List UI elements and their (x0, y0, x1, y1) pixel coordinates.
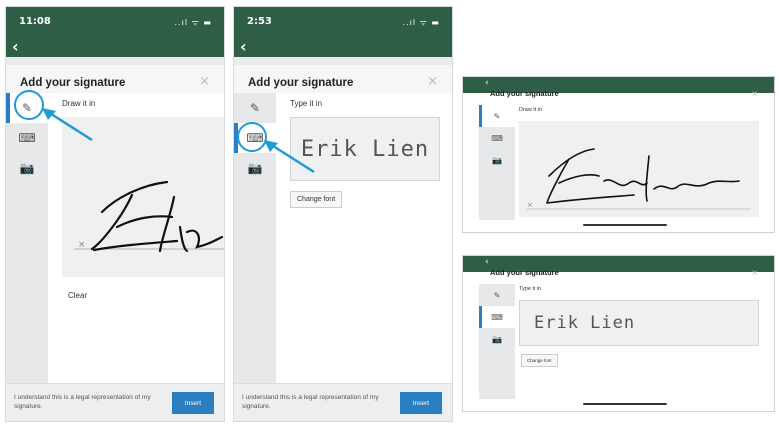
pencil-icon[interactable]: ✎ (234, 93, 276, 123)
type-pane: Type it in Erik Lien Change font (276, 93, 452, 383)
status-time: 2:53 (247, 16, 272, 27)
back-icon[interactable]: ‹ (240, 37, 247, 56)
back-icon[interactable]: ‹ (485, 257, 489, 267)
svg-text:×: × (78, 240, 86, 250)
signature-method-tabs: ✎ ⌨ 📷 (479, 284, 515, 399)
phone-type-screen: 2:53 ..ıl ᯤ ▬ ‹ Add your signature × ✎ ⌨… (233, 6, 453, 422)
home-indicator (583, 403, 667, 405)
pencil-icon[interactable]: ✎ (479, 105, 515, 127)
legal-notice: I understand this is a legal representat… (242, 394, 379, 410)
signature-flow-composite: 11:08 ..ıl ᯤ ▬ ‹ Add your signature × ✎ … (0, 0, 779, 425)
camera-icon[interactable]: 📷 (479, 149, 515, 171)
type-pane: Type it in Erik Lien Change font (515, 284, 764, 399)
sheet-footer: I understand this is a legal representat… (234, 383, 452, 421)
signature-sheet: Add your signature × ✎ ⌨ 📷 Type it in Er… (234, 65, 452, 421)
sheet-title: Add your signature (490, 89, 559, 98)
pane-subtitle: Draw it in (62, 99, 96, 108)
insert-button[interactable]: Insert (172, 392, 214, 414)
camera-icon[interactable]: 📷 (479, 328, 515, 350)
callout-arrow (264, 140, 315, 174)
draw-pane: Draw it in × (515, 105, 764, 220)
back-icon[interactable]: ‹ (12, 37, 19, 56)
tablet-draw-screen: ‹ Add your signature × ✎ ⌨ 📷 Draw it in … (462, 76, 775, 233)
status-icons: ..ıl ᯤ ▬ (174, 18, 212, 27)
sheet-title: Add your signature (490, 268, 559, 277)
signature-canvas[interactable]: × (519, 121, 759, 217)
status-time: 11:08 (19, 16, 51, 27)
back-icon[interactable]: ‹ (485, 78, 489, 88)
insert-button[interactable]: Insert (400, 392, 442, 414)
keyboard-icon[interactable]: ⌨ (479, 306, 515, 328)
sheet-footer: I understand this is a legal representat… (6, 383, 224, 421)
change-font-button[interactable]: Change font (290, 191, 343, 208)
status-bar: 2:53 ..ıl ᯤ ▬ ‹ (234, 7, 452, 57)
sheet-title: Add your signature (248, 77, 354, 89)
signature-method-tabs: ✎ ⌨ 📷 (479, 105, 515, 220)
callout-arrow (42, 108, 93, 142)
close-icon[interactable]: × (751, 89, 758, 98)
pane-subtitle: Type it in (519, 286, 542, 292)
pencil-icon[interactable]: ✎ (479, 284, 515, 306)
clear-button[interactable]: Clear (68, 291, 87, 300)
home-indicator (583, 224, 667, 226)
close-icon[interactable]: × (199, 74, 210, 89)
phone-draw-screen: 11:08 ..ıl ᯤ ▬ ‹ Add your signature × ✎ … (5, 6, 225, 422)
legal-notice: I understand this is a legal representat… (14, 394, 151, 410)
sheet-title: Add your signature (20, 77, 126, 89)
pane-subtitle: Draw it in (519, 107, 542, 113)
status-bar: 11:08 ..ıl ᯤ ▬ ‹ (6, 7, 224, 57)
close-icon[interactable]: × (427, 74, 438, 89)
typed-signature-preview: Erik Lien (519, 300, 759, 346)
svg-text:×: × (527, 201, 533, 209)
tablet-type-screen: ‹ Add your signature × ✎ ⌨ 📷 Type it in … (462, 255, 775, 412)
change-font-button[interactable]: Change font (521, 354, 558, 367)
camera-icon[interactable]: 📷 (6, 153, 48, 183)
status-icons: ..ıl ᯤ ▬ (402, 18, 440, 27)
signature-sheet: Add your signature × ✎ ⌨ 📷 Draw it in × … (6, 65, 224, 421)
pane-subtitle: Type it in (290, 99, 323, 108)
keyboard-icon[interactable]: ⌨ (479, 127, 515, 149)
close-icon[interactable]: × (751, 268, 758, 277)
